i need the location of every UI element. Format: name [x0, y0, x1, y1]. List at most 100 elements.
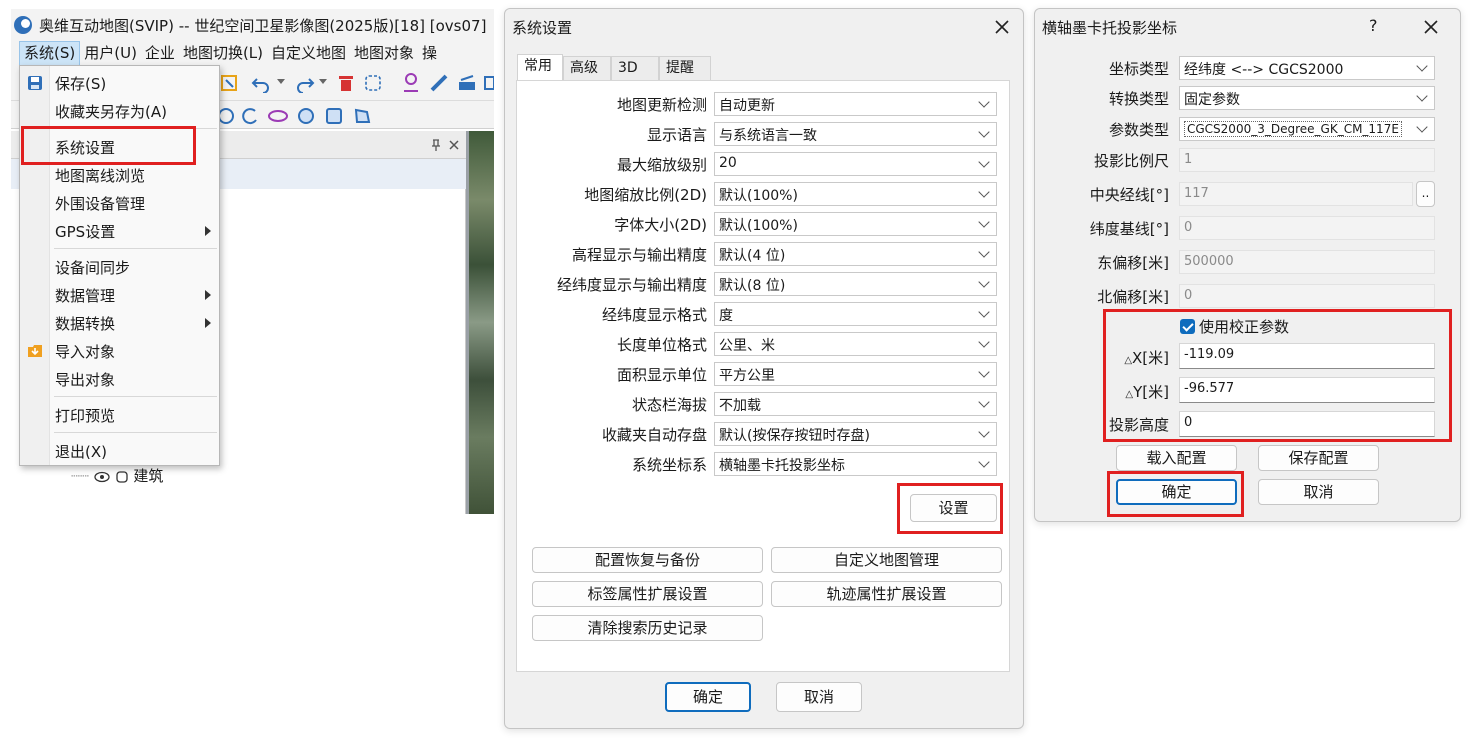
chevron-down-icon [978, 276, 990, 288]
track-attr-extend-button[interactable]: 轨迹属性扩展设置 [771, 581, 1002, 607]
menu-item-label: 退出(X) [55, 443, 107, 461]
menu-item-label: 系统设置 [55, 139, 116, 157]
select-area-unit[interactable]: 平方公里 [714, 362, 997, 386]
more-tools-icon[interactable] [483, 73, 494, 93]
load-config-button[interactable]: 载入配置 [1116, 445, 1237, 471]
select-param-type[interactable]: CGCS2000_3_Degree_GK_CM_117E [1179, 117, 1435, 141]
cancel-button[interactable]: 取消 [776, 682, 862, 712]
measure-area-icon[interactable] [457, 73, 477, 93]
arc-icon[interactable] [241, 107, 259, 125]
menu-more[interactable]: 操 [418, 41, 441, 65]
import-folder-icon [28, 345, 42, 357]
select-system-coordinate[interactable]: 横轴墨卡托投影坐标 [714, 452, 997, 476]
menu-item-print-preview[interactable]: 打印预览 [20, 401, 219, 429]
close-icon[interactable] [994, 19, 1010, 35]
hatched-square-icon[interactable] [325, 107, 343, 125]
tm-projection-dialog: 横轴墨卡托投影坐标 ? 坐标类型 经纬度 <--> CGCS2000 转换类型 … [1034, 8, 1461, 522]
menu-item-peripheral[interactable]: 外围设备管理 [20, 189, 219, 217]
coordinate-settings-button[interactable]: 设置 [910, 494, 997, 522]
select-display-language[interactable]: 与系统语言一致 [714, 122, 997, 146]
pin-icon[interactable] [430, 138, 442, 152]
select-coord-type[interactable]: 经纬度 <--> CGCS2000 [1179, 56, 1435, 80]
rect-select-icon[interactable] [363, 73, 383, 93]
menu-item-save-favorites-as[interactable]: 收藏夹另存为(A) [20, 97, 219, 125]
menu-item-export-objects[interactable]: 导出对象 [20, 365, 219, 393]
undo-icon[interactable] [251, 73, 273, 93]
browse-button[interactable]: .. [1416, 181, 1435, 207]
select-map-update-check[interactable]: 自动更新 [714, 92, 997, 116]
select-favorites-autosave[interactable]: 默认(按保存按钮时存盘) [714, 422, 997, 446]
use-correction-checkbox[interactable] [1180, 319, 1195, 334]
input-dx[interactable]: -119.09 [1179, 343, 1435, 369]
tab-3d[interactable]: 3D [611, 56, 659, 80]
delete-icon[interactable] [337, 73, 355, 93]
menu-map-switch[interactable]: 地图切换(L) [179, 41, 267, 65]
menu-custom-map[interactable]: 自定义地图 [267, 41, 350, 65]
select-frame-icon[interactable] [219, 73, 239, 93]
menu-item-data-convert[interactable]: 数据转换 [20, 309, 219, 337]
menu-user[interactable]: 用户(U) [80, 41, 141, 65]
menu-item-exit[interactable]: 退出(X) [20, 437, 219, 465]
chevron-down-icon [978, 336, 990, 348]
input-proj-height[interactable]: 0 [1179, 411, 1435, 437]
menu-separator [54, 248, 217, 249]
menu-map-object[interactable]: 地图对象 [350, 41, 418, 65]
folder-object-icon [115, 470, 128, 483]
label-attr-extend-button[interactable]: 标签属性扩展设置 [532, 581, 763, 607]
select-map-scale-2d[interactable]: 默认(100%) [714, 182, 997, 206]
select-max-zoom[interactable]: 20 [714, 152, 997, 176]
chevron-down-icon [978, 216, 990, 228]
cancel-button[interactable]: 取消 [1258, 479, 1379, 505]
ok-button[interactable]: 确定 [665, 682, 751, 712]
tab-reminder[interactable]: 提醒 [659, 56, 711, 80]
tab-general[interactable]: 常用 [517, 54, 563, 80]
menu-system[interactable]: 系统(S) [19, 41, 81, 67]
eye-icon[interactable] [94, 471, 110, 483]
chevron-down-icon[interactable] [319, 79, 327, 85]
input-scale[interactable]: 1 [1179, 148, 1435, 172]
input-lat-base[interactable]: 0 [1179, 216, 1435, 240]
menu-enterprise[interactable]: 企业 [141, 41, 179, 65]
close-icon[interactable] [448, 139, 460, 151]
save-icon [28, 76, 42, 90]
location-pin-icon[interactable] [401, 72, 421, 94]
select-font-size-2d[interactable]: 默认(100%) [714, 212, 997, 236]
select-convert-type[interactable]: 固定参数 [1179, 86, 1435, 110]
select-elevation-precision[interactable]: 默认(4 位) [714, 242, 997, 266]
tree-item[interactable]: ┈┈ 建筑 [71, 465, 163, 486]
ruler-icon[interactable] [429, 73, 449, 93]
use-correction-label: 使用校正参数 [1199, 318, 1290, 336]
input-dy[interactable]: -96.577 [1179, 377, 1435, 403]
chevron-down-icon [978, 366, 990, 378]
select-statusbar-altitude[interactable]: 不加载 [714, 392, 997, 416]
redo-icon[interactable] [293, 73, 315, 93]
close-icon[interactable] [1423, 19, 1439, 35]
input-false-east[interactable]: 500000 [1179, 250, 1435, 274]
custom-map-manage-button[interactable]: 自定义地图管理 [771, 547, 1002, 573]
select-latlng-precision[interactable]: 默认(8 位) [714, 272, 997, 296]
input-central-meridian[interactable]: 117 [1179, 182, 1413, 206]
help-icon[interactable]: ? [1369, 16, 1378, 35]
select-latlng-format[interactable]: 度 [714, 302, 997, 326]
ellipse-icon[interactable] [267, 107, 289, 125]
menu-item-gps-settings[interactable]: GPS设置 [20, 217, 219, 245]
menu-item-system-settings[interactable]: 系统设置 [20, 133, 219, 161]
chevron-down-icon [978, 426, 990, 438]
config-backup-button[interactable]: 配置恢复与备份 [532, 547, 763, 573]
menu-item-device-sync[interactable]: 设备间同步 [20, 253, 219, 281]
input-false-north[interactable]: 0 [1179, 284, 1435, 308]
select-length-unit[interactable]: 公里、米 [714, 332, 997, 356]
clear-search-history-button[interactable]: 清除搜索历史记录 [532, 615, 763, 641]
menu-item-offline-browse[interactable]: 地图离线浏览 [20, 161, 219, 189]
menu-item-data-management[interactable]: 数据管理 [20, 281, 219, 309]
save-config-button[interactable]: 保存配置 [1258, 445, 1379, 471]
menu-item-import-objects[interactable]: 导入对象 [20, 337, 219, 365]
tab-advanced[interactable]: 高级 [563, 56, 611, 80]
chevron-down-icon[interactable] [277, 79, 285, 85]
polygon-icon[interactable] [353, 107, 371, 125]
ok-button[interactable]: 确定 [1116, 479, 1237, 505]
hatched-circle-icon[interactable] [297, 107, 315, 125]
menu-item-save[interactable]: 保存(S) [20, 69, 219, 97]
label-statusbar-altitude: 状态栏海拔 [631, 396, 707, 414]
map-view[interactable] [469, 131, 494, 514]
